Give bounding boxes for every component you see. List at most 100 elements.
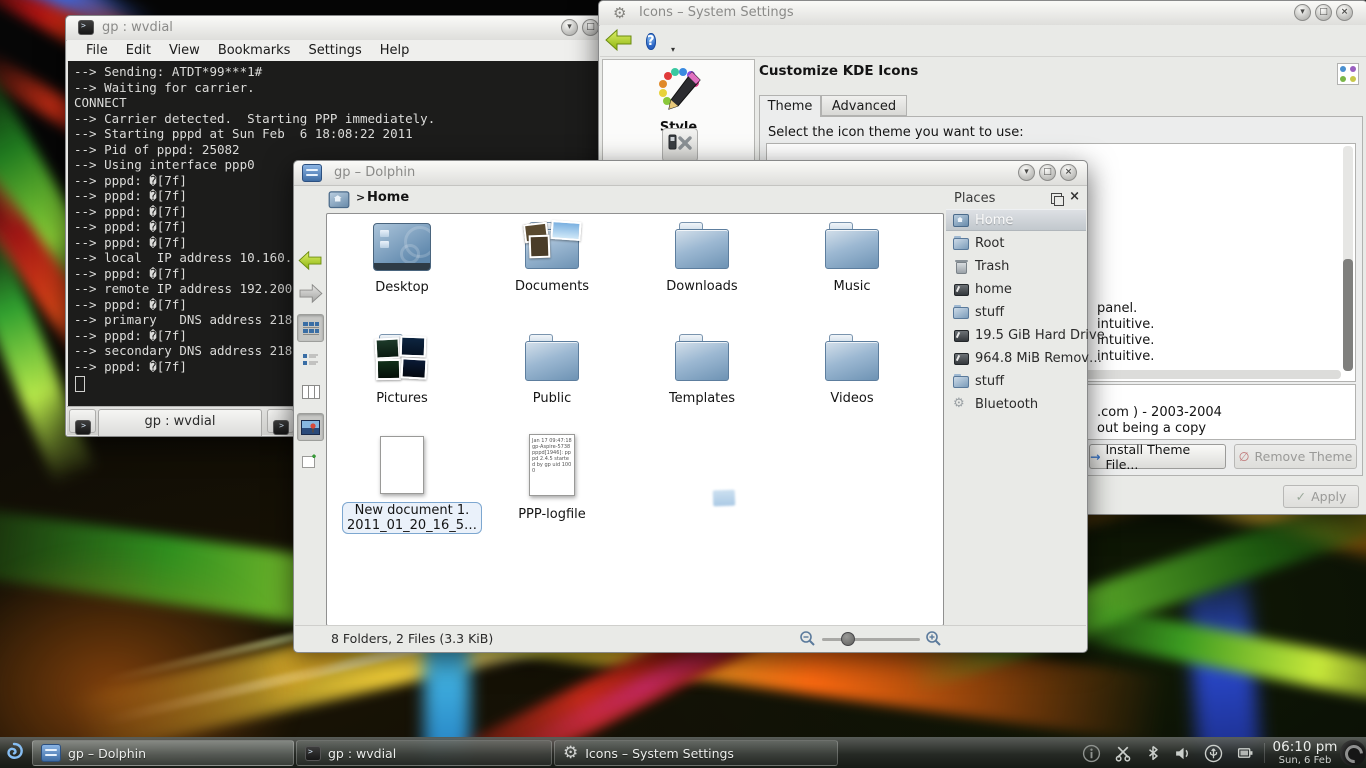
task-dolphin[interactable]: gp – Dolphin [32,740,294,766]
folder-icon [825,222,879,270]
places-item-bluetooth[interactable]: ⚙Bluetooth [946,393,1086,415]
status-text: 8 Folders, 2 Files (3.3 KiB) [331,631,493,646]
menu-bookmarks[interactable]: Bookmarks [209,43,300,58]
maximize-button[interactable]: □ [1315,4,1332,21]
maximize-button[interactable]: □ [582,19,599,36]
file-view[interactable]: Desktop Documents Downloads Music [326,213,944,626]
usb-device-icon[interactable] [1204,744,1223,763]
back-button[interactable] [297,246,324,274]
minimize-button[interactable]: ▾ [1294,4,1311,21]
drag-ghost-icon [713,490,736,507]
konsole-tab[interactable]: gp : wvdial [98,409,262,436]
dolphin-toolbar [295,213,326,625]
folder-item[interactable]: Public [492,334,612,406]
konsole-window-title: gp : wvdial [102,20,173,35]
apply-button[interactable]: ✓ Apply [1283,485,1359,508]
clock[interactable]: 06:10 pm Sun, 6 Feb [1272,739,1338,766]
menu-help[interactable]: Help [371,43,419,58]
folder-item[interactable]: Music [792,222,912,294]
places-item-stuff2[interactable]: stuff [946,370,1086,392]
install-theme-button[interactable]: → Install Theme File... [1089,444,1226,469]
icons-view-button[interactable] [297,314,324,342]
places-item-home[interactable]: Home [946,209,1086,231]
task-system-settings[interactable]: ⚙ Icons – System Settings [554,740,838,766]
zoom-out-icon[interactable] [799,630,816,647]
preview-icon [301,420,320,435]
bluetooth-icon[interactable] [1145,744,1161,762]
help-button[interactable]: ? ▾ [646,30,668,52]
konsole-titlebar[interactable]: > gp : wvdial ▾ □ × [66,16,602,41]
scrollbar-thumb[interactable] [1343,259,1353,371]
zoom-slider-track[interactable] [822,638,920,641]
terminal-cursor [75,376,85,392]
minimize-button[interactable]: ▾ [561,19,578,36]
menu-edit[interactable]: Edit [117,43,160,58]
folder-item[interactable]: Desktop [342,222,462,295]
new-tab-button[interactable]: > [69,409,96,433]
battery-icon[interactable] [1236,744,1255,762]
details-view-button[interactable] [297,346,324,374]
system-tray [1082,738,1255,768]
remove-theme-button[interactable]: ∅ Remove Theme [1234,444,1357,469]
folder-item[interactable]: Videos [792,334,912,406]
minimize-button[interactable]: ▾ [1018,164,1035,181]
forward-button[interactable] [297,279,324,307]
back-button[interactable] [605,28,635,54]
theme-description-text: .com ) - 2003-2004 out being a copy [1097,405,1222,437]
places-item-hard-drive[interactable]: 19.5 GiB Hard Drive [946,324,1086,346]
places-detach-icon[interactable] [1051,193,1062,204]
folder-icon [675,334,729,382]
places-item-home-drive[interactable]: home [946,278,1086,300]
plasma-cashew-icon[interactable] [1340,740,1366,766]
places-item-stuff[interactable]: stuff [946,301,1086,323]
places-item-trash[interactable]: Trash [946,255,1086,277]
columns-view-button[interactable] [297,378,324,406]
folder-icon [525,334,579,382]
app-launcher-button[interactable] [2,741,26,768]
close-button[interactable]: × [1336,4,1353,21]
taskbar: gp – Dolphin > gp : wvdial ⚙ Icons – Sys… [0,737,1366,768]
places-item-removable[interactable]: 964.8 MiB Remov… [946,347,1086,369]
tab-list-button[interactable]: > [267,409,294,433]
system-settings-titlebar[interactable]: ⚙ Icons – System Settings ▾ □ × [599,1,1366,26]
tab-advanced[interactable]: Advanced [821,95,907,116]
places-close-icon[interactable]: × [1069,189,1080,204]
close-button[interactable]: × [1060,164,1077,181]
vertical-scrollbar[interactable] [1343,146,1353,369]
file-item-selected[interactable]: New document 1. 2011_01_20_16_5… [342,436,462,534]
icons-view-icon [302,321,320,336]
file-item[interactable]: Jan 17 09:47:18 gp-Aspire-5738 pppd[1946… [492,434,612,522]
breadcrumb-home[interactable]: Home [367,190,409,205]
info-icon[interactable] [1082,744,1101,763]
sidebar-item-appearance[interactable] [662,128,698,162]
sidebar-item-style[interactable]: Style [603,66,754,135]
places-item-root[interactable]: Root [946,232,1086,254]
menu-view[interactable]: View [160,43,209,58]
terminal-icon: > [75,420,91,435]
forward-arrow-icon [298,283,323,304]
split-view-button[interactable] [297,447,324,475]
drive-icon [953,282,969,296]
system-settings-toolbar: ? ▾ [600,25,1366,57]
terminal-icon: > [78,20,94,35]
clipboard-scissors-icon[interactable] [1114,744,1132,762]
menu-file[interactable]: File [77,43,117,58]
volume-icon[interactable] [1174,745,1191,762]
style-pencil-icon [656,66,702,114]
zoom-in-icon[interactable] [925,630,942,647]
preview-button[interactable] [297,413,324,441]
tab-theme[interactable]: Theme [759,95,821,117]
maximize-button[interactable]: □ [1039,164,1056,181]
dolphin-titlebar[interactable]: gp – Dolphin ▾ □ × [294,161,1087,186]
dolphin-statusbar: 8 Folders, 2 Files (3.3 KiB) [295,625,1086,651]
documents-folder-icon [525,222,579,270]
folder-item[interactable]: Pictures [342,334,462,406]
home-folder-icon [953,213,969,227]
zoom-slider-handle[interactable] [841,632,855,646]
menu-settings[interactable]: Settings [299,43,370,58]
folder-item[interactable]: Documents [492,222,612,294]
folder-item[interactable]: Downloads [642,222,762,294]
task-konsole[interactable]: > gp : wvdial [296,740,552,766]
home-folder-icon[interactable] [329,189,351,208]
folder-item[interactable]: Templates [642,334,762,406]
